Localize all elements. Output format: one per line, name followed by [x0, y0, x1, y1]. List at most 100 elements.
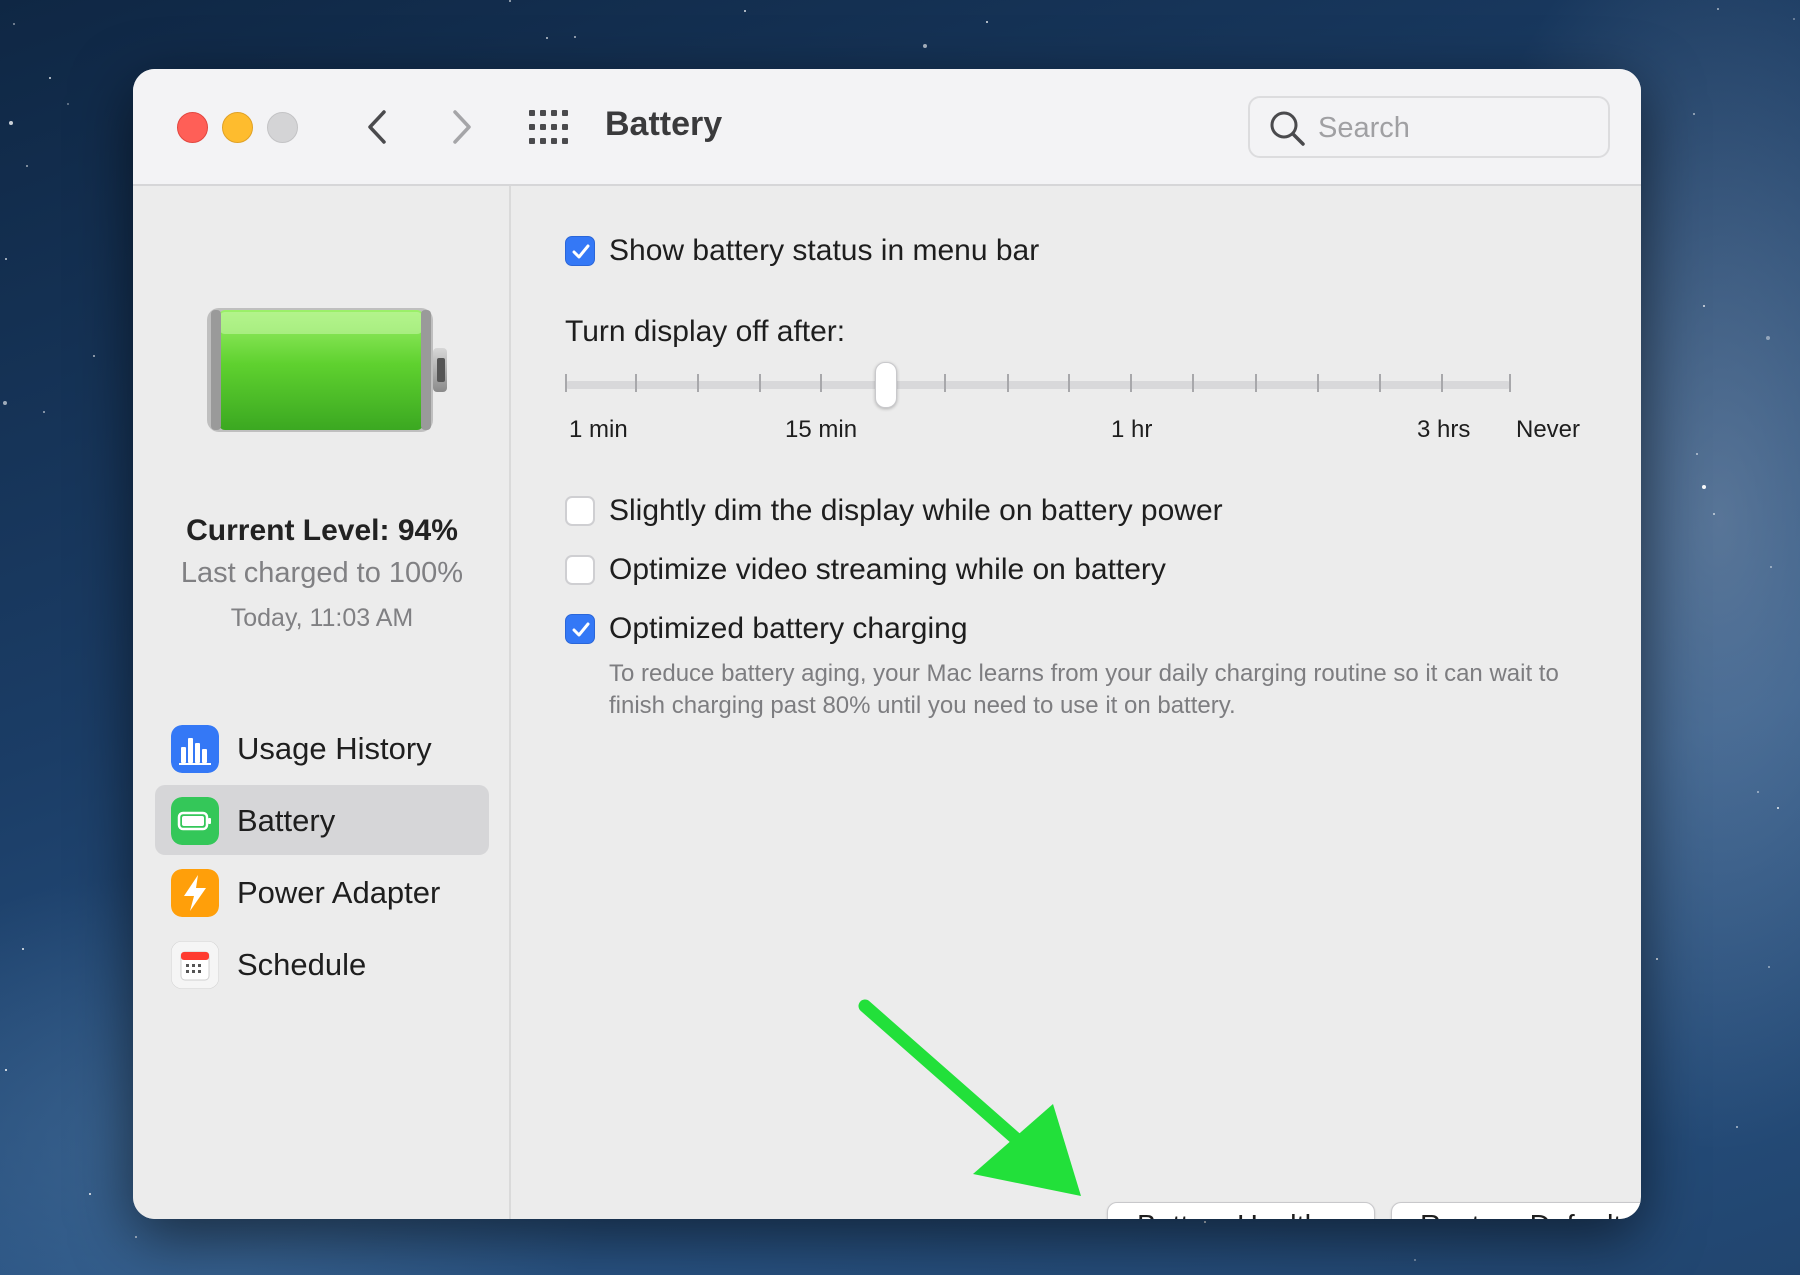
slider-tick [1441, 374, 1443, 392]
slider-tick [635, 374, 637, 392]
checkmark-icon [572, 622, 590, 637]
star [1770, 566, 1772, 568]
star [1766, 336, 1770, 340]
sidebar: Current Level: 94% Last charged to 100% … [133, 186, 511, 1219]
sidebar-item-label: Usage History [237, 731, 432, 766]
star [93, 355, 95, 357]
last-charged-time: Today, 11:03 AM [230, 604, 414, 632]
optimized-charging-checkbox[interactable] [565, 614, 595, 644]
show-status-checkbox[interactable] [565, 236, 595, 266]
slider-tick [1255, 374, 1257, 392]
current-level: Current Level: 94% [186, 514, 458, 547]
display-off-slider[interactable] [565, 381, 1511, 389]
star [1204, 1221, 1206, 1223]
lightning-icon [171, 869, 219, 917]
slider-tick [1509, 374, 1511, 392]
video-streaming-checkbox[interactable] [565, 555, 595, 585]
star [1736, 1126, 1738, 1128]
slider-tick [944, 374, 946, 392]
star [1414, 1259, 1416, 1261]
search-field[interactable]: Search [1248, 96, 1610, 158]
sidebar-item-power-adapter[interactable]: Power Adapter [155, 857, 489, 927]
slider-label-3hrs: 3 hrs [1417, 416, 1471, 443]
star [1713, 513, 1715, 515]
star [43, 411, 45, 413]
slider-tick [820, 374, 822, 392]
star [1656, 958, 1658, 960]
slider-label-1min: 1 min [569, 416, 628, 443]
star [5, 258, 7, 260]
show-status-label: Show battery status in menu bar [609, 234, 1040, 267]
slider-tick [697, 374, 699, 392]
star [1717, 8, 1719, 10]
slider-label-1hr: 1 hr [1111, 416, 1153, 443]
optimized-charging-description: To reduce battery aging, your Mac learns… [609, 660, 1559, 719]
search-icon [1270, 111, 1305, 146]
chevron-right-icon [453, 110, 471, 144]
star [1768, 966, 1770, 968]
chevron-left-icon [368, 110, 386, 144]
forward-button[interactable] [441, 104, 481, 150]
slider-tick [1007, 374, 1009, 392]
sidebar-item-battery[interactable]: Battery [155, 785, 489, 855]
slider-label-15min: 15 min [785, 416, 858, 443]
slider-thumb[interactable] [875, 362, 897, 408]
star [923, 44, 927, 48]
star [89, 1193, 91, 1195]
dim-display-checkbox[interactable] [565, 496, 595, 526]
window-title: Battery [605, 105, 723, 143]
star [986, 21, 988, 23]
titlebar: Battery Search [133, 69, 1641, 186]
dim-display-label: Slightly dim the display while on batter… [609, 494, 1223, 527]
star [26, 165, 28, 167]
sidebar-item-label: Battery [237, 803, 336, 838]
slider-tick [1379, 374, 1381, 392]
restore-defaults-button[interactable]: Restore Defaults [1391, 1202, 1641, 1219]
show-all-button[interactable] [529, 110, 569, 144]
star [67, 103, 69, 105]
star [1696, 453, 1698, 455]
slider-tick [1317, 374, 1319, 392]
star [546, 37, 548, 39]
star [1793, 18, 1795, 20]
system-preferences-window: Battery Search Current Level: 94% Last c… [133, 69, 1641, 1219]
sidebar-item-label: Power Adapter [237, 875, 441, 910]
back-button[interactable] [358, 104, 398, 150]
star [9, 121, 13, 125]
last-charged: Last charged to 100% [180, 557, 464, 589]
search-placeholder: Search [1318, 112, 1410, 144]
star [1702, 485, 1706, 489]
star [135, 1236, 137, 1238]
star [1703, 305, 1705, 307]
slider-tick [565, 374, 567, 392]
close-button[interactable] [177, 112, 208, 143]
settings-pane: Show battery status in menu bar Turn dis… [511, 186, 1641, 1219]
star [5, 1069, 7, 1071]
star [744, 10, 746, 12]
battery-health-button[interactable]: Battery Health... [1107, 1202, 1375, 1219]
checkmark-icon [572, 244, 590, 259]
battery-icon [171, 797, 219, 845]
bar-chart-icon [171, 725, 219, 773]
sidebar-item-label: Schedule [237, 947, 367, 982]
star [1757, 791, 1759, 793]
star [49, 77, 51, 79]
display-off-label: Turn display off after: [565, 315, 846, 348]
battery-level-icon [207, 308, 447, 432]
optimized-charging-label: Optimized battery charging [609, 612, 968, 645]
star [1777, 807, 1779, 809]
video-streaming-label: Optimize video streaming while on batter… [609, 553, 1166, 586]
sidebar-item-schedule[interactable]: Schedule [155, 929, 489, 999]
star [1693, 113, 1695, 115]
slider-tick [759, 374, 761, 392]
zoom-button[interactable] [267, 112, 298, 143]
minimize-button[interactable] [222, 112, 253, 143]
slider-label-never: Never [1516, 416, 1581, 443]
calendar-icon [171, 941, 219, 989]
slider-tick [1068, 374, 1070, 392]
annotation-arrow-icon [858, 999, 1081, 1196]
slider-tick [1130, 374, 1132, 392]
sidebar-item-usage-history[interactable]: Usage History [155, 713, 489, 783]
star [574, 36, 576, 38]
grid-icon [529, 110, 568, 144]
